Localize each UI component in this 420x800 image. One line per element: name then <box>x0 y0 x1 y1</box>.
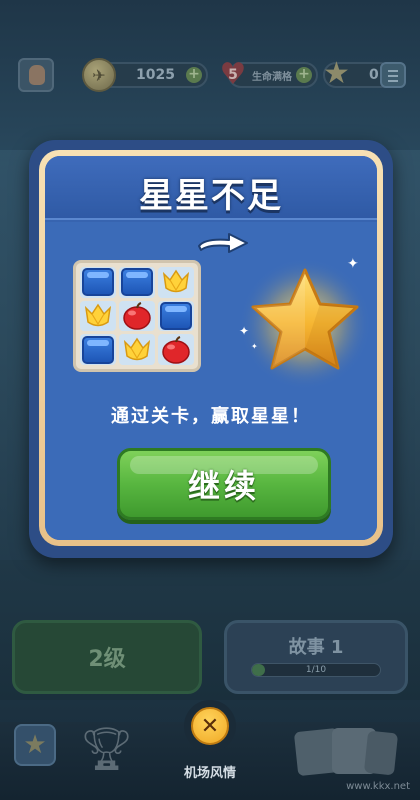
story-progress-text: 1/10 <box>305 665 327 675</box>
avatar-face <box>29 65 45 85</box>
bottom-nav-label: 机场风情 <box>183 766 236 781</box>
board-cell <box>158 334 194 365</box>
blue-box-tile <box>82 268 114 297</box>
apple-tile <box>161 335 191 364</box>
lives-counter[interactable]: ♥ 5 生命满格 + <box>220 58 318 92</box>
story-label: 故事 1 <box>288 637 344 658</box>
board-cell <box>158 267 194 298</box>
board-cell <box>119 267 155 298</box>
tulip-tile <box>121 336 153 364</box>
title-band: 星星不足 <box>45 156 377 220</box>
tile-board <box>73 260 201 372</box>
board-cell <box>158 300 194 332</box>
coin-icon: ✈ <box>82 58 116 92</box>
close-icon: ✕ <box>200 713 220 739</box>
coin-counter[interactable]: ✈ 1025 + <box>82 58 208 92</box>
trophy-icon[interactable]: 🏆︎ <box>80 724 133 774</box>
cards-icon[interactable] <box>292 724 402 780</box>
continue-button[interactable]: 继续 <box>117 448 331 520</box>
dialog-body: 星星不足 ✦ ✦ ✦ 通过关卡，赢取星星！ 继续 <box>45 156 377 540</box>
level-label: 2级 <box>88 647 126 672</box>
star-icon: ★ <box>323 56 350 91</box>
dialog-message: 通过关卡，赢取星星！ <box>111 406 311 427</box>
blue-box-tile <box>82 335 114 364</box>
board-cell <box>119 300 155 332</box>
watermark: www.kkx.net <box>346 781 410 792</box>
tulip-tile <box>160 268 192 296</box>
profile-icon[interactable]: ★ <box>14 724 56 766</box>
sparkle-icon: ✦ <box>347 256 359 272</box>
dialog-frame: 星星不足 ✦ ✦ ✦ 通过关卡，赢取星星！ 继续 <box>39 150 383 546</box>
avatar-icon[interactable] <box>18 58 54 92</box>
board-cell <box>80 334 116 365</box>
sparkle-icon: ✦ <box>251 342 258 351</box>
story-button[interactable]: 故事 1 1/10 <box>224 620 408 694</box>
menu-icon <box>388 75 398 77</box>
lives-label: 生命满格 <box>252 71 292 83</box>
lives-count: 5 <box>228 67 238 83</box>
continue-button-label: 继续 <box>187 467 260 505</box>
heart-icon: ♥ 5 <box>219 57 247 92</box>
blue-box-tile <box>121 268 153 297</box>
level-button[interactable]: 2级 <box>12 620 202 694</box>
sparkle-icon: ✦ <box>239 324 250 338</box>
star-value: 0 <box>369 67 379 83</box>
blue-box-tile <box>160 301 192 330</box>
menu-icon <box>388 80 398 82</box>
board-cell <box>80 300 116 332</box>
add-lives-button[interactable]: + <box>296 67 312 83</box>
board-cell <box>80 267 116 298</box>
tulip-tile <box>82 302 114 330</box>
top-hud: ✈ 1025 + ♥ 5 生命满格 + ★ 0 <box>18 56 406 92</box>
star-icon <box>239 258 371 390</box>
close-button-backdrop: ✕ <box>184 700 236 752</box>
close-button[interactable]: ✕ <box>191 707 229 745</box>
menu-button[interactable] <box>380 62 406 88</box>
add-coins-button[interactable]: + <box>186 67 202 83</box>
not-enough-stars-dialog: 星星不足 ✦ ✦ ✦ 通过关卡，赢取星星！ 继续 <box>29 140 393 558</box>
board-cell <box>119 334 155 365</box>
coin-value: 1025 <box>136 67 175 83</box>
story-progress-bar: 1/10 <box>251 663 381 677</box>
apple-tile <box>122 302 152 330</box>
menu-icon <box>388 70 398 72</box>
dialog-title: 星星不足 <box>139 176 283 216</box>
